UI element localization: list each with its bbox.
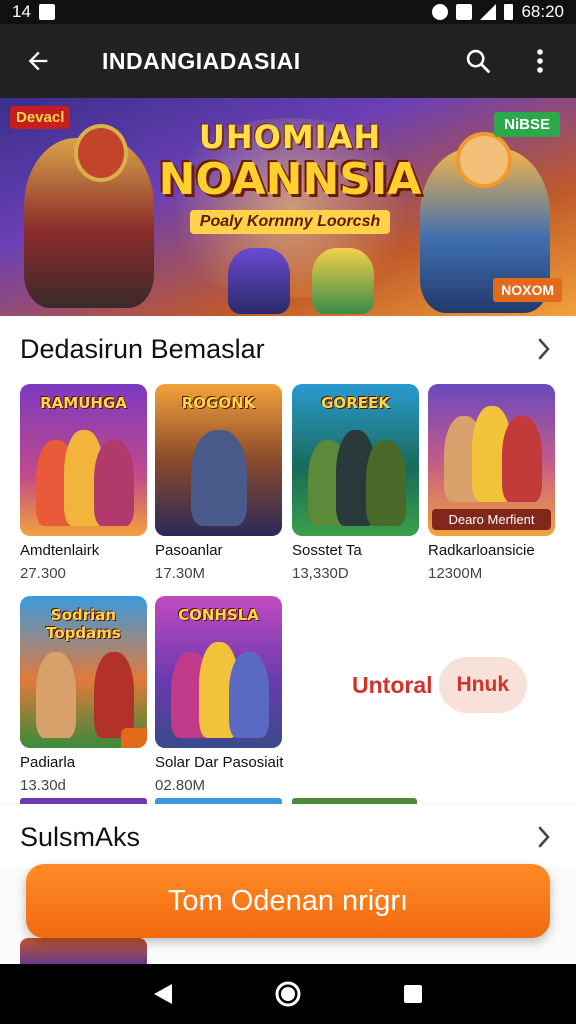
- screen: 14 68:20 INDANGIADASIAI Devacl NiBSE NOX…: [0, 0, 576, 1024]
- thumb-title: RAMUHGA: [40, 394, 127, 412]
- game-size: 12300M: [428, 565, 483, 582]
- game-name: Sosstet Ta: [292, 542, 362, 559]
- chevron-right-icon: [532, 825, 556, 849]
- hero-banner[interactable]: Devacl NiBSE NOXOM UHOMIAH NOANNSIA Poal…: [0, 98, 576, 316]
- banner-title-line1: UHOMIAH: [198, 118, 382, 156]
- character-figure: [502, 416, 542, 502]
- more-vert-icon: [537, 49, 543, 73]
- game-grid: RAMUHGA Amdtenlairk 27.300 ROGONK Pasoan…: [0, 374, 576, 804]
- character-figure: [94, 652, 134, 738]
- game-name: Radkarloansicie: [428, 542, 535, 559]
- search-icon: [466, 49, 490, 73]
- character-figure: [191, 430, 247, 526]
- game-tile[interactable]: GOREEK Sosstet Ta 13,330D: [292, 384, 419, 582]
- app-title: INDANGIADASIAI: [102, 47, 301, 74]
- status-time-left: 14: [12, 2, 31, 21]
- section-header-popular[interactable]: Dedasirun Bemaslar: [0, 318, 576, 380]
- banner-badge-bottom-right: NOXOM: [493, 278, 562, 302]
- hero-small-mage: [228, 248, 290, 314]
- promo-text: Untoral: [352, 671, 433, 698]
- peek-tile: [292, 798, 417, 804]
- character-figure: [229, 652, 269, 738]
- status-left: 14: [12, 2, 55, 22]
- game-size: 13,330D: [292, 565, 349, 582]
- banner-title: UHOMIAH NOANNSIA Poaly Kornnny Loorcsh: [140, 118, 440, 234]
- peek-tile: [20, 938, 147, 964]
- game-size: 02.80M: [155, 777, 206, 794]
- game-thumbnail: RAMUHGA: [20, 384, 147, 536]
- nav-home-button[interactable]: [266, 972, 310, 1016]
- section-title: SulsmAks: [20, 821, 141, 852]
- search-button[interactable]: [458, 41, 498, 81]
- thumb-title: Sodrian Topdams: [46, 606, 121, 642]
- game-name: Amdtenlairk: [20, 542, 100, 559]
- nav-recents-icon: [404, 985, 423, 1003]
- game-tile[interactable]: RAMUHGA Amdtenlairk 27.300: [20, 384, 147, 582]
- game-thumbnail: ROGONK: [155, 384, 282, 536]
- notification-icon: [38, 4, 55, 20]
- thumb-corner-badge: [121, 728, 147, 748]
- wifi-icon: [432, 4, 449, 20]
- game-name: Solar Dar Pasosiait: [155, 754, 284, 771]
- section-title: Dedasirun Bemaslar: [20, 333, 265, 364]
- section-header-2[interactable]: SulsmAks: [0, 806, 576, 868]
- thumb-title: ROGONK: [181, 394, 256, 412]
- game-size: 27.300: [20, 565, 66, 582]
- promo-pill: Hnuk: [438, 657, 527, 713]
- game-tile[interactable]: Dearo Merfient Radkarloansicie 12300M: [428, 384, 555, 582]
- nav-home-icon: [275, 981, 301, 1007]
- system-nav-bar: [0, 964, 576, 1024]
- character-figure: [366, 440, 406, 526]
- back-button[interactable]: [16, 39, 60, 83]
- app-actions: [458, 41, 560, 81]
- game-thumbnail: Sodrian Topdams: [20, 596, 147, 748]
- nav-back-icon: [153, 984, 172, 1004]
- game-size: 17.30M: [155, 565, 206, 582]
- game-thumbnail: GOREEK: [292, 384, 419, 536]
- signal-icon: [480, 4, 497, 20]
- banner-badge-right: NiBSE: [494, 112, 560, 137]
- game-name: Pasoanlar: [155, 542, 223, 559]
- peek-tile: [20, 798, 147, 804]
- banner-subtitle: Poaly Kornnny Loorcsh: [189, 210, 391, 234]
- hero-warrior-right-head: [456, 132, 512, 188]
- hero-small-elf: [312, 248, 374, 314]
- sim-icon: [456, 4, 473, 20]
- app-bar: INDANGIADASIAI: [0, 24, 576, 98]
- more-options-button[interactable]: [520, 41, 560, 81]
- status-right: 68:20: [432, 2, 564, 22]
- thumb-title: GOREEK: [321, 394, 390, 412]
- character-figure: [94, 440, 134, 526]
- character-figure: [36, 652, 76, 738]
- status-time-right: 68:20: [521, 2, 564, 21]
- game-thumbnail: CONHSLA: [155, 596, 282, 748]
- promo-badge[interactable]: Untoral Hnuk: [352, 652, 552, 718]
- thumb-banner: Dearo Merfient: [432, 509, 551, 530]
- next-row-peek: [0, 798, 576, 804]
- game-tile[interactable]: ROGONK Pasoanlar 17.30M: [155, 384, 282, 582]
- game-tile[interactable]: Sodrian Topdams Padiarla 13.30d: [20, 596, 147, 794]
- game-size: 13.30d: [20, 777, 66, 794]
- nav-back-button[interactable]: [141, 972, 185, 1016]
- game-thumbnail: Dearo Merfient: [428, 384, 555, 536]
- thumb-title: CONHSLA: [178, 606, 259, 624]
- nav-recents-button[interactable]: [391, 972, 435, 1016]
- banner-title-line2: NOANNSIA: [158, 154, 422, 205]
- status-bar: 14 68:20: [0, 0, 576, 24]
- peek-tile: [155, 798, 282, 804]
- download-cta-button[interactable]: Tom Odenan nrigrı: [26, 864, 550, 938]
- game-name: Padiarla: [20, 754, 76, 771]
- chevron-right-icon: [532, 337, 556, 361]
- hero-warrior-left-head: [74, 124, 128, 182]
- battery-icon: [504, 4, 514, 20]
- arrow-back-icon: [28, 51, 48, 71]
- game-tile[interactable]: CONHSLA Solar Dar Pasosiait 02.80M: [155, 596, 284, 794]
- banner-badge-left: Devacl: [10, 106, 71, 129]
